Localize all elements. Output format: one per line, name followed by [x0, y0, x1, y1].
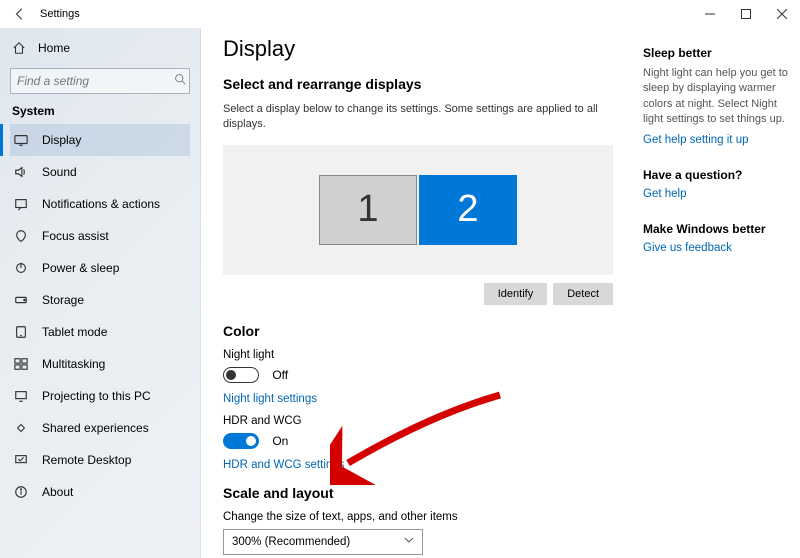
nav-multitasking[interactable]: Multitasking	[10, 348, 190, 380]
night-light-state: Off	[272, 368, 288, 382]
nav-label: About	[42, 485, 73, 499]
nav-label: Power & sleep	[42, 261, 119, 275]
maximize-button[interactable]	[728, 2, 764, 26]
select-heading: Select and rearrange displays	[223, 76, 613, 92]
tablet-icon	[12, 325, 30, 339]
night-light-toggle[interactable]	[223, 367, 259, 383]
color-heading: Color	[223, 323, 613, 339]
select-desc: Select a display below to change its set…	[223, 102, 613, 133]
shared-icon	[12, 421, 30, 435]
nav-label: Notifications & actions	[42, 197, 160, 211]
back-button[interactable]	[10, 4, 30, 24]
notifications-icon	[12, 197, 30, 211]
projecting-icon	[12, 389, 30, 403]
scale-heading: Scale and layout	[223, 485, 613, 501]
home-label: Home	[38, 41, 70, 55]
minimize-button[interactable]	[692, 2, 728, 26]
window-title: Settings	[36, 8, 692, 20]
nav-label: Multitasking	[42, 357, 105, 371]
remote-icon	[12, 453, 30, 467]
nav-notifications[interactable]: Notifications & actions	[10, 188, 190, 220]
main-content: Display Select and rearrange displays Se…	[223, 36, 613, 558]
nav-label: Focus assist	[42, 229, 109, 243]
nav-tablet-mode[interactable]: Tablet mode	[10, 316, 190, 348]
search-input[interactable]	[17, 74, 174, 88]
nav-label: Sound	[42, 165, 77, 179]
night-light-settings-link[interactable]: Night light settings	[223, 393, 613, 405]
aside: Sleep better Night light can help you ge…	[613, 36, 800, 558]
nav-label: Remote Desktop	[42, 453, 131, 467]
sidebar: Home System Display Sound Notifications …	[0, 28, 201, 558]
nav-label: Shared experiences	[42, 421, 149, 435]
identify-button[interactable]: Identify	[484, 283, 547, 305]
nav-label: Storage	[42, 293, 84, 307]
monitor-2[interactable]: 2	[419, 175, 517, 245]
sleep-desc: Night light can help you get to sleep by…	[643, 66, 790, 128]
question-heading: Have a question?	[643, 168, 790, 182]
monitor-1[interactable]: 1	[319, 175, 417, 245]
nav-label: Projecting to this PC	[42, 389, 151, 403]
close-button[interactable]	[764, 2, 800, 26]
help-link[interactable]: Get help	[643, 188, 790, 200]
nav-about[interactable]: About	[10, 476, 190, 508]
power-icon	[12, 261, 30, 275]
nav-remote-desktop[interactable]: Remote Desktop	[10, 444, 190, 476]
nav-power-sleep[interactable]: Power & sleep	[10, 252, 190, 284]
hdr-settings-link[interactable]: HDR and WCG settings	[223, 459, 613, 471]
scale-dropdown[interactable]: 300% (Recommended)	[223, 529, 423, 555]
nav-projecting[interactable]: Projecting to this PC	[10, 380, 190, 412]
nav-shared-experiences[interactable]: Shared experiences	[10, 412, 190, 444]
hdr-label: HDR and WCG	[223, 415, 613, 427]
feedback-link[interactable]: Give us feedback	[643, 242, 790, 254]
search-icon	[174, 73, 187, 89]
section-label: System	[12, 104, 190, 118]
storage-icon	[12, 293, 30, 307]
nav-focus-assist[interactable]: Focus assist	[10, 220, 190, 252]
sound-icon	[12, 165, 30, 179]
nav-storage[interactable]: Storage	[10, 284, 190, 316]
hdr-state: On	[272, 434, 288, 448]
night-light-label: Night light	[223, 349, 613, 361]
display-icon	[12, 133, 30, 147]
multitasking-icon	[12, 357, 30, 371]
nav-display[interactable]: Display	[10, 124, 190, 156]
scale-value: 300% (Recommended)	[232, 536, 350, 548]
nav-label: Display	[42, 133, 81, 147]
home-icon	[10, 41, 28, 55]
display-arrangement[interactable]: 1 2	[223, 145, 613, 275]
home-nav[interactable]: Home	[10, 34, 190, 62]
size-label: Change the size of text, apps, and other…	[223, 511, 613, 523]
focus-icon	[12, 229, 30, 243]
about-icon	[12, 485, 30, 499]
nav-sound[interactable]: Sound	[10, 156, 190, 188]
hdr-toggle[interactable]	[223, 433, 259, 449]
nav-label: Tablet mode	[42, 325, 107, 339]
sleep-link[interactable]: Get help setting it up	[643, 134, 790, 146]
search-box[interactable]	[10, 68, 190, 94]
chevron-down-icon	[404, 535, 414, 548]
feedback-heading: Make Windows better	[643, 222, 790, 236]
detect-button[interactable]: Detect	[553, 283, 613, 305]
titlebar: Settings	[0, 0, 800, 28]
sleep-heading: Sleep better	[643, 46, 790, 60]
page-title: Display	[223, 36, 613, 62]
